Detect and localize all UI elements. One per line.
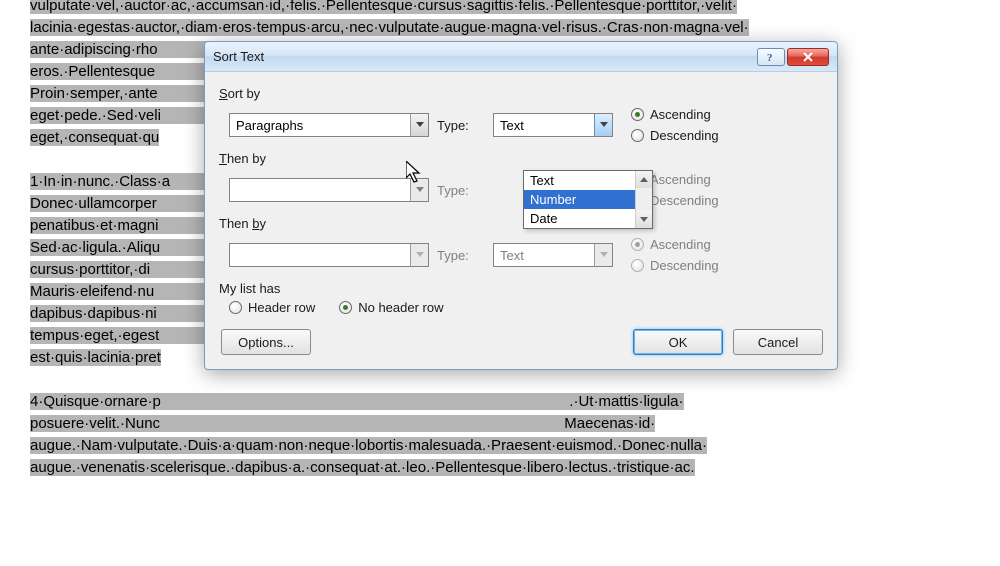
dialog-title: Sort Text xyxy=(213,49,755,64)
radio-icon xyxy=(631,259,644,272)
list-has-label: My list has xyxy=(219,281,823,296)
chevron-down-icon[interactable] xyxy=(410,179,428,201)
dropdown-item[interactable]: Number xyxy=(524,190,652,209)
svg-text:?: ? xyxy=(767,52,773,63)
close-button[interactable] xyxy=(787,48,829,66)
type-3-value: Text xyxy=(494,248,594,263)
sort-by-label: Sort by xyxy=(219,86,823,101)
sort-by-value: Paragraphs xyxy=(230,118,410,133)
options-button[interactable]: Options... xyxy=(221,329,311,355)
chevron-down-icon[interactable] xyxy=(594,114,612,136)
scroll-down-icon[interactable] xyxy=(636,211,652,228)
scroll-up-icon[interactable] xyxy=(636,171,652,188)
dropdown-item[interactable]: Text xyxy=(524,171,652,190)
type-dropdown-list[interactable]: TextNumberDate xyxy=(523,170,653,229)
radio-icon xyxy=(631,108,644,121)
cancel-button[interactable]: Cancel xyxy=(733,329,823,355)
then-by-2-label: Then by xyxy=(219,216,823,231)
type-3-combo: Text xyxy=(493,243,613,267)
dialog-titlebar[interactable]: Sort Text ? xyxy=(205,42,837,72)
descending-3-radio: Descending xyxy=(631,258,719,273)
ascending-3-radio: Ascending xyxy=(631,237,719,252)
ascending-1-radio[interactable]: Ascending xyxy=(631,107,719,122)
radio-icon xyxy=(631,129,644,142)
help-button[interactable]: ? xyxy=(757,48,785,66)
type-label-3: Type: xyxy=(437,248,485,263)
descending-1-radio[interactable]: Descending xyxy=(631,128,719,143)
type-1-combo[interactable]: Text xyxy=(493,113,613,137)
dropdown-item[interactable]: Date xyxy=(524,209,652,228)
ok-button[interactable]: OK xyxy=(633,329,723,355)
sort-by-combo[interactable]: Paragraphs xyxy=(229,113,429,137)
type-label-2: Type: xyxy=(437,183,485,198)
dialog-body: Sort by Paragraphs Type: Text Ascending … xyxy=(205,72,837,369)
then-by-2-combo xyxy=(229,243,429,267)
then-by-1-combo[interactable] xyxy=(229,178,429,202)
type-1-value: Text xyxy=(494,118,594,133)
then-by-1-label: Then by xyxy=(219,151,823,166)
sort-text-dialog: Sort Text ? Sort by Paragraphs Type: Tex… xyxy=(204,41,838,370)
radio-icon xyxy=(631,238,644,251)
type-label-1: Type: xyxy=(437,118,485,133)
radio-icon xyxy=(339,301,352,314)
no-header-row-radio[interactable]: No header row xyxy=(339,300,443,315)
scrollbar[interactable] xyxy=(635,171,652,228)
chevron-down-icon[interactable] xyxy=(410,114,428,136)
radio-icon xyxy=(229,301,242,314)
chevron-down-icon xyxy=(410,244,428,266)
header-row-radio[interactable]: Header row xyxy=(229,300,315,315)
chevron-down-icon xyxy=(594,244,612,266)
